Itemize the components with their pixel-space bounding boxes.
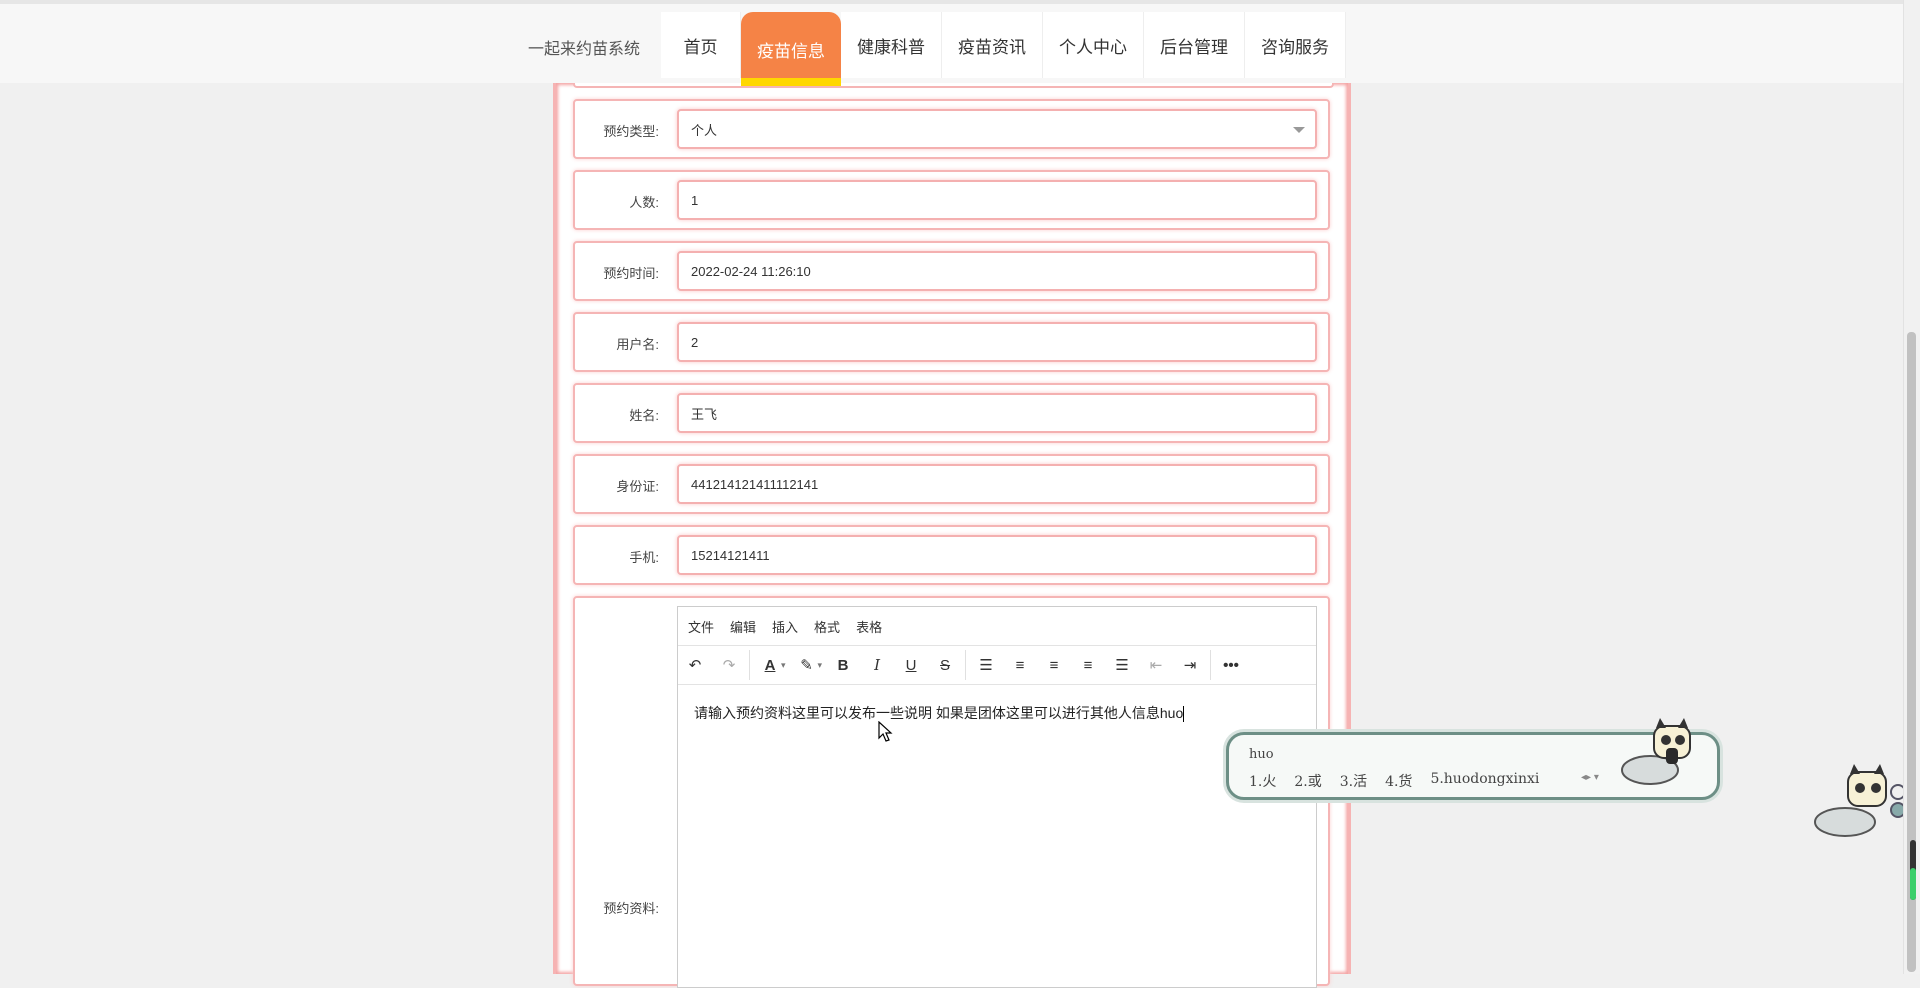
mouse-cursor-icon xyxy=(878,721,893,742)
more-icon[interactable]: ••• xyxy=(1214,650,1248,680)
count-input[interactable]: 1 xyxy=(677,180,1317,220)
form-row-phone: 手机: 15214121411 xyxy=(573,525,1330,585)
text-cursor xyxy=(1183,706,1185,723)
chevron-down-icon xyxy=(1293,127,1305,133)
booking-type-value: 个人 xyxy=(691,122,718,138)
username-label: 用户名: xyxy=(616,337,659,352)
ime-composition: huo xyxy=(1249,747,1274,762)
ime-page-arrows-icon[interactable]: ◂▸ ▾ xyxy=(1581,772,1599,783)
phone-input[interactable]: 15214121411 xyxy=(677,535,1317,575)
menu-edit[interactable]: 编辑 xyxy=(730,617,756,636)
form-row-materials: 预约资料: 文件 编辑 插入 格式 表格 ↶ ↷ A ▾ ✎ ▾ B I U S… xyxy=(573,596,1330,988)
bold-icon[interactable]: B xyxy=(826,650,860,680)
strikethrough-icon[interactable]: S xyxy=(928,650,962,680)
nav-admin[interactable]: 后台管理 xyxy=(1144,12,1245,78)
nav-vaccine-news[interactable]: 疫苗资讯 xyxy=(942,12,1043,78)
booking-type-select[interactable]: 个人 xyxy=(677,109,1317,149)
cat-mascot-icon xyxy=(1621,718,1691,785)
editor-toolbar: ↶ ↷ A ▾ ✎ ▾ B I U S ☰ ≡ ≡ ≡ ☰ ⇤ ⇥ ••• xyxy=(678,646,1316,685)
chevron-down-icon[interactable]: ▾ xyxy=(818,660,823,671)
underline-icon[interactable]: U xyxy=(894,650,928,680)
line-height-icon[interactable]: ☰ xyxy=(969,650,1003,680)
toolbar-divider xyxy=(965,650,967,680)
ime-candidate[interactable]: 4.货 xyxy=(1385,771,1412,791)
outdent-icon[interactable]: ⇤ xyxy=(1139,650,1173,680)
nav-personal-center[interactable]: 个人中心 xyxy=(1043,12,1144,78)
ime-candidates: 1.火 2.或 3.活 4.货 5.huodongxinxi xyxy=(1249,771,1557,791)
phone-label: 手机: xyxy=(629,550,659,565)
desktop-pet-icon xyxy=(1814,764,1905,837)
name-label: 姓名: xyxy=(629,408,659,423)
ime-candidate[interactable]: 3.活 xyxy=(1340,771,1367,791)
nav-consult[interactable]: 咨询服务 xyxy=(1245,12,1346,78)
align-left-icon[interactable]: ≡ xyxy=(1003,650,1037,680)
name-input[interactable]: 王飞 xyxy=(677,393,1317,433)
editor-menubar: 文件 编辑 插入 格式 表格 xyxy=(678,607,1316,646)
undo-icon[interactable]: ↶ xyxy=(678,650,712,680)
redo-icon[interactable]: ↷ xyxy=(712,650,746,680)
nav-vaccine-info[interactable]: 疫苗信息 xyxy=(741,12,841,86)
id-card-label: 身份证: xyxy=(616,479,659,494)
booking-type-label: 预约类型: xyxy=(603,124,659,139)
align-right-icon[interactable]: ≡ xyxy=(1071,650,1105,680)
form-row-booking-type: 预约类型: 个人 xyxy=(573,99,1330,159)
italic-icon[interactable]: I xyxy=(860,650,894,680)
side-gauge-fill xyxy=(1910,868,1916,900)
form-row-name: 姓名: 王飞 xyxy=(573,383,1330,443)
site-name: 一起来约苗系统 xyxy=(528,41,641,58)
id-card-input[interactable]: 441214121411112141 xyxy=(677,464,1317,504)
rich-text-editor: 文件 编辑 插入 格式 表格 ↶ ↷ A ▾ ✎ ▾ B I U S ☰ ≡ ≡… xyxy=(677,606,1317,988)
ime-candidate[interactable]: 5.huodongxinxi xyxy=(1430,771,1539,791)
ime-candidate[interactable]: 2.或 xyxy=(1294,771,1321,791)
form-row-count: 人数: 1 xyxy=(573,170,1330,230)
nav-home[interactable]: 首页 xyxy=(661,12,741,78)
count-label: 人数: xyxy=(629,195,659,210)
menu-format[interactable]: 格式 xyxy=(814,617,840,636)
menu-insert[interactable]: 插入 xyxy=(772,617,798,636)
materials-label: 预约资料: xyxy=(603,901,659,916)
form-row-username: 用户名: 2 xyxy=(573,312,1330,372)
editor-content-area[interactable]: 请输入预约资料这里可以发布一些说明 如果是团体这里可以进行其他人信息huo xyxy=(678,685,1316,741)
toolbar-divider xyxy=(1210,650,1212,680)
align-center-icon[interactable]: ≡ xyxy=(1037,650,1071,680)
indent-icon[interactable]: ⇥ xyxy=(1173,650,1207,680)
nav-health-science[interactable]: 健康科普 xyxy=(841,12,942,78)
form-row-id-card: 身份证: 441214121411112141 xyxy=(573,454,1330,514)
booking-time-input[interactable]: 2022-02-24 11:26:10 xyxy=(677,251,1317,291)
editor-text: 请输入预约资料这里可以发布一些说明 如果是团体这里可以进行其他人信息huo xyxy=(694,705,1184,721)
menu-table[interactable]: 表格 xyxy=(856,617,882,636)
username-input[interactable]: 2 xyxy=(677,322,1317,362)
ime-candidate[interactable]: 1.火 xyxy=(1249,771,1276,791)
menu-file[interactable]: 文件 xyxy=(688,617,714,636)
chevron-down-icon[interactable]: ▾ xyxy=(781,660,786,671)
top-navbar: 一起来约苗系统 首页 疫苗信息 健康科普 疫苗资讯 个人中心 后台管理 咨询服务 xyxy=(0,0,1903,86)
toolbar-divider xyxy=(749,650,750,680)
main-nav: 首页 疫苗信息 健康科普 疫苗资讯 个人中心 后台管理 咨询服务 xyxy=(661,12,1346,86)
booking-time-label: 预约时间: xyxy=(603,266,659,281)
form-row-booking-time: 预约时间: 2022-02-24 11:26:10 xyxy=(573,241,1330,301)
align-justify-icon[interactable]: ☰ xyxy=(1105,650,1139,680)
